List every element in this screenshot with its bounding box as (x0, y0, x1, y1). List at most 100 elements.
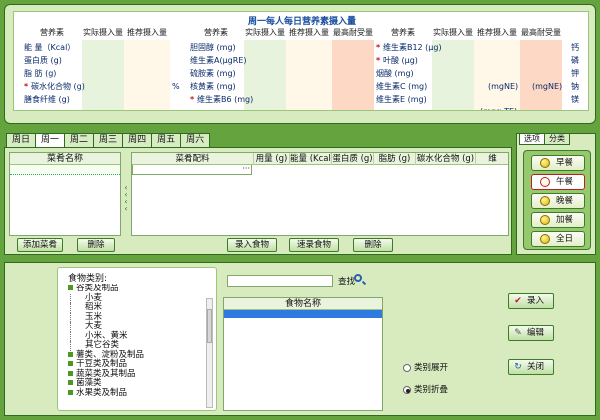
nutrient-column: 最高耐受量 (332, 26, 374, 110)
nutrition-table: 营养素 实际摄入量 推荐摄入量 营养素 实际摄入量 推荐摄入量 最高耐受量 营养素 实际摄入量推… (22, 26, 588, 110)
nutrient-column: 最高耐受量 (520, 26, 562, 110)
nutrient-column-header: 最高耐受量 (520, 26, 562, 40)
close-icon: ↻ (514, 362, 522, 372)
grid-column-header[interactable]: 维 (476, 153, 508, 165)
grid-column-header[interactable]: 碳水化合物 (g) (416, 153, 476, 165)
food-list-row[interactable] (224, 310, 382, 318)
grid-column-header[interactable]: 能量 (Kcal) (290, 153, 332, 165)
tree-item-label: 稻米 (85, 302, 103, 312)
search-label[interactable]: 查找 (338, 275, 355, 287)
meal-selector: 早餐午餐晚餐加餐全日 (523, 150, 591, 250)
nutrient-label: 磷 (571, 56, 579, 65)
grid-column-header[interactable]: 用量 (g) (254, 153, 290, 165)
meal-label: 晚餐 (556, 196, 574, 206)
nutrient-column: 推荐摄入量 (286, 26, 332, 110)
ellipsis-button[interactable]: ··· (242, 165, 250, 173)
food-picker: 食物类别: 谷类及制品 小麦 稻米 玉米 大麦 小米、黄米 其它谷类 薯类、淀粉及制品 干豆类及… (4, 262, 596, 416)
nutrient-label-text: 能 量（Kcal） (24, 43, 76, 52)
clock-icon (540, 234, 550, 244)
dish-list-row[interactable] (10, 165, 120, 175)
clock-icon (540, 177, 550, 187)
nutrient-column: 实际摄入量 (82, 26, 124, 110)
scrollbar-thumb[interactable] (207, 309, 212, 343)
nutrient-column-header: 营养素 (188, 26, 244, 40)
nutrient-label-text: 叶酸 (μg) (382, 56, 418, 65)
tree-item-label: 蔬菜类及其制品 (76, 368, 136, 379)
nutrient-label-text: 维生素E (mg) (376, 95, 427, 104)
tree-item-label: 水果类及制品 (76, 387, 128, 398)
tab-sat[interactable]: 周六 (180, 133, 211, 147)
delete-dish-button[interactable]: 删除 (77, 238, 115, 252)
nutrient-label-text: 脂 肪 (g) (24, 69, 57, 78)
meal-editor: 菜肴名称 ‹ ‹ ‹ ‹ 菜肴配料 用量 (g) 能量 (Kcal) 蛋白质 (g) 脂肪 (… (4, 147, 512, 255)
recipe-grid-row[interactable]: ··· (132, 165, 252, 175)
tree-item-label: 小米、黄米 (85, 330, 128, 341)
tab-category[interactable]: 分类 (544, 134, 570, 145)
nutrient-label: 胆固醇 (mg) (190, 42, 236, 54)
grid-column-header[interactable]: 蛋白质 (g) (332, 153, 374, 165)
nutrient-label: 钙 (571, 43, 579, 52)
required-star-icon: * (190, 95, 197, 104)
meal-button[interactable]: 晚餐 (531, 193, 585, 209)
nutrient-label: * 维生素B6 (mg) (190, 94, 253, 106)
meal-button[interactable]: 加餐 (531, 212, 585, 228)
nutrient-label: 维生素E (mg) (376, 94, 427, 106)
expand-arrows-icon[interactable]: ‹ ‹ ‹ ‹ (122, 184, 130, 213)
tree-item-label: 菌藻类 (76, 378, 102, 388)
nutrient-column-header: 实际摄入量 (82, 26, 124, 40)
food-category-tree[interactable]: 谷类及制品 小麦 稻米 玉米 大麦 小米、黄米 其它谷类 薯类、淀粉及制品 干豆类及制品 蔬菜类及… (68, 284, 204, 410)
meal-button[interactable]: 午餐 (531, 174, 585, 190)
tab-fri[interactable]: 周五 (151, 133, 182, 147)
tab-wed[interactable]: 周三 (93, 133, 124, 147)
options-tabs: 选项 分类 (519, 134, 570, 145)
nutrient-column: 推荐摄入量 (474, 26, 520, 110)
tree-category-item[interactable]: 水果类及制品 (68, 387, 204, 399)
category-node-icon (68, 351, 73, 357)
tab-options[interactable]: 选项 (519, 134, 545, 145)
nutrient-label-text: 蛋白质 (g) (24, 56, 62, 65)
required-star-icon: * (376, 56, 383, 65)
grid-column-header[interactable]: 菜肴配料 (132, 153, 254, 165)
enter-button[interactable]: ✔ 录入 (508, 293, 554, 309)
tab-sun[interactable]: 周日 (6, 133, 37, 147)
tree-item-label: 薯类、淀粉及制品 (76, 349, 145, 360)
nutrient-column-cells (332, 40, 374, 110)
tree-item-label: 其它谷类 (85, 340, 120, 350)
meal-label: 全日 (556, 234, 574, 244)
food-list-header: 食物名称 (224, 298, 382, 310)
nutrition-summary: 周一每人每日营养素摄入量 营养素 实际摄入量 推荐摄入量 营养素 实际摄入量 推荐摄入量最… (13, 11, 589, 111)
category-collapse-radio[interactable]: 类别折叠 (403, 383, 448, 395)
food-list[interactable]: 食物名称 (223, 297, 383, 411)
nutrient-label: 核黄素 (mg) (190, 81, 236, 93)
tree-item-label: 小麦 (85, 292, 103, 303)
nutrient-label: 维生素C (mg) (376, 81, 427, 93)
delete-food-button[interactable]: 删除 (353, 238, 393, 252)
nutrient-label: * 维生素B12 (μg) (376, 42, 442, 54)
category-scrollbar[interactable] (206, 298, 213, 408)
tab-tue[interactable]: 周二 (64, 133, 95, 147)
meal-button[interactable]: 全日 (531, 231, 585, 247)
search-icon[interactable] (354, 274, 362, 282)
quick-food-button[interactable]: 速录食物 (289, 238, 339, 252)
tab-thu[interactable]: 周四 (122, 133, 153, 147)
tree-item-label: 玉米 (85, 311, 103, 322)
search-input[interactable] (227, 275, 333, 287)
nutrient-label: 蛋白质 (g) (24, 55, 62, 67)
clock-icon (540, 158, 550, 168)
recipe-grid[interactable]: 菜肴配料 用量 (g) 能量 (Kcal) 蛋白质 (g) 脂肪 (g) 碳水化合物 (g… (131, 152, 509, 236)
dish-list[interactable]: 菜肴名称 (9, 152, 121, 236)
category-expand-radio[interactable]: 类别展开 (403, 361, 448, 373)
grid-column-header[interactable]: 脂肪 (g) (374, 153, 416, 165)
nutrient-label-text: 维生素C (mg) (376, 82, 428, 91)
enter-food-button[interactable]: 录入食物 (227, 238, 277, 252)
meal-button[interactable]: 早餐 (531, 155, 585, 171)
nutrient-column-header: 推荐摄入量 (286, 26, 332, 40)
recipe-grid-header: 菜肴配料 用量 (g) 能量 (Kcal) 蛋白质 (g) 脂肪 (g) 碳水化合物 (g… (132, 153, 508, 165)
edit-button[interactable]: ✎ 编辑 (508, 325, 554, 341)
add-dish-button[interactable]: 添加菜肴 (17, 238, 63, 252)
tree-item-label: 干豆类及制品 (76, 359, 128, 369)
close-button[interactable]: ↻ 关闭 (508, 359, 554, 375)
nutrient-label: 镁 (571, 95, 579, 104)
tab-mon[interactable]: 周一 (35, 133, 66, 148)
nutrient-unit: (mgNE) (488, 82, 519, 91)
